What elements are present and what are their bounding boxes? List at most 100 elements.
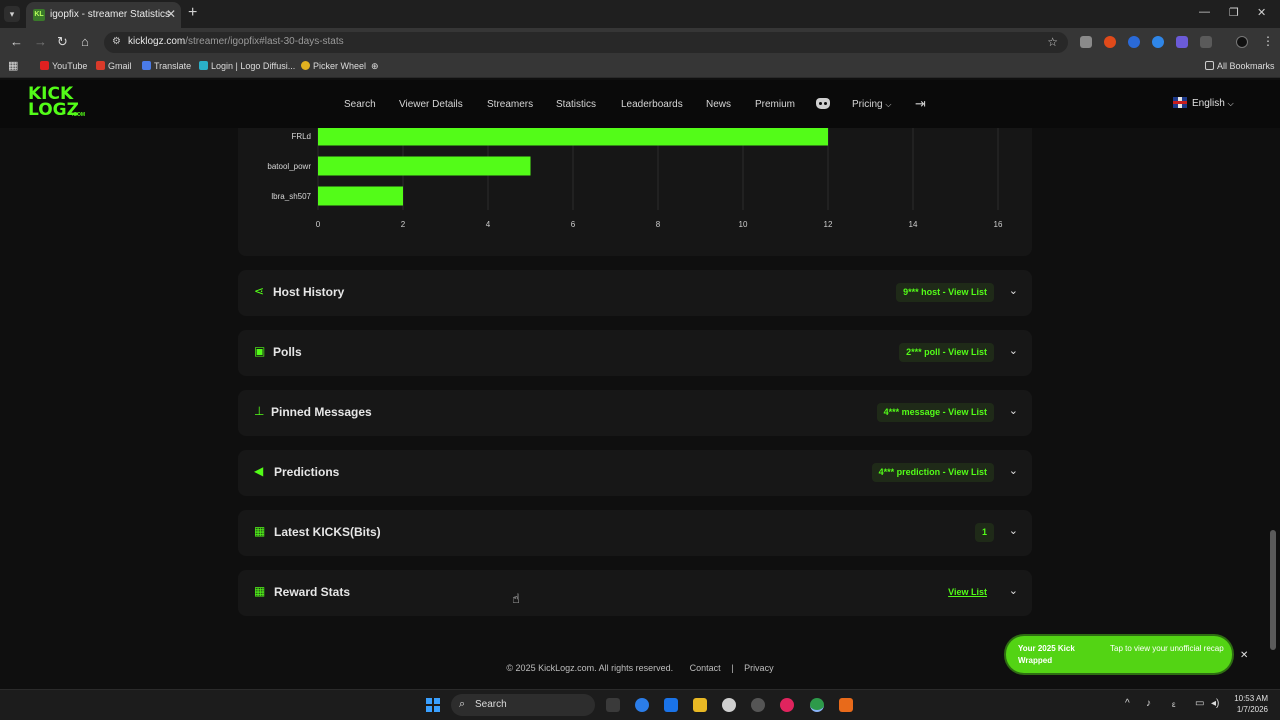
windows-start-icon[interactable] (426, 698, 440, 712)
url-text: kicklogz.com/streamer/igopfix#last-30-da… (128, 36, 344, 47)
restore-icon[interactable]: ❐ (1229, 6, 1239, 19)
bookmark-gmail[interactable]: Gmail (96, 61, 132, 71)
privacy-link[interactable]: Privacy (744, 663, 774, 673)
mouse-cursor-icon: ☝ (512, 591, 520, 606)
view-list-badge[interactable]: 4*** prediction - View List (871, 463, 994, 482)
x-tick-label: 16 (994, 220, 1003, 229)
count-badge[interactable]: 1 (974, 523, 994, 542)
x-tick-label: 4 (486, 220, 491, 229)
toast-close-icon[interactable]: ✕ (1240, 650, 1248, 661)
browser-menu-icon[interactable]: ⋮ (1262, 34, 1274, 48)
view-list-badge[interactable]: 2*** poll - View List (899, 343, 994, 362)
bookmark-translate[interactable]: Translate (142, 61, 191, 71)
chevron-down-icon[interactable]: ⌄ (1009, 344, 1018, 357)
kicklogz-logo[interactable]: KICK LOGZ .COM (28, 86, 90, 120)
predictions-section[interactable]: ◀ Predictions 4*** prediction - View Lis… (238, 450, 1032, 496)
apps-grid-icon[interactable]: ▦ (8, 59, 18, 72)
chevron-down-icon: ⌵ (1227, 99, 1234, 108)
kick-wrapped-toast[interactable]: Your 2025 Kick Wrapped Tap to view your … (1006, 636, 1232, 673)
chevron-down-icon[interactable]: ⌄ (1009, 584, 1018, 597)
home-icon[interactable]: ⌂ (81, 34, 89, 49)
section-title: Predictions (274, 465, 340, 479)
extension-icon[interactable] (1080, 36, 1092, 48)
toast-title: Your 2025 Kick Wrapped (1018, 644, 1075, 665)
input-indicator-icon[interactable]: ε (1172, 700, 1176, 709)
view-list-link[interactable]: View List (941, 583, 994, 602)
chevron-down-icon[interactable]: ⌄ (1009, 284, 1018, 297)
tray-overflow-icon[interactable]: ^ (1125, 698, 1130, 709)
chevron-down-icon[interactable]: ⌄ (1009, 464, 1018, 477)
chrome-icon[interactable] (810, 698, 824, 712)
site-info-icon[interactable]: ⚙ (112, 36, 121, 47)
reload-icon[interactable]: ↻ (57, 34, 68, 50)
taskbar-clock[interactable]: 10:53 AM 1/7/2026 (1226, 693, 1268, 715)
view-list-badge[interactable]: 9*** host - View List (896, 283, 994, 302)
x-tick-label: 12 (824, 220, 833, 229)
address-bar[interactable]: ⚙ kicklogz.com/streamer/igopfix#last-30-… (104, 32, 1068, 53)
tab-search-icon[interactable]: ▾ (4, 6, 20, 22)
login-icon[interactable]: ⇥ (915, 96, 926, 112)
extensions-puzzle-icon[interactable] (1200, 36, 1212, 48)
all-bookmarks[interactable]: All Bookmarks (1205, 61, 1275, 71)
chart-bar[interactable] (318, 186, 403, 206)
polls-section[interactable]: ▣ Polls 2*** poll - View List ⌄ (238, 330, 1032, 376)
bookmark-label: Picker Wheel (313, 61, 367, 71)
section-title: Latest KICKS(Bits) (274, 525, 381, 539)
profile-avatar[interactable] (1236, 36, 1248, 48)
page-scrollbar[interactable] (1270, 530, 1276, 650)
nav-pricing[interactable]: Pricing ⌵ (852, 99, 891, 110)
chevron-down-icon[interactable]: ⌄ (1009, 404, 1018, 417)
media-player-icon[interactable] (780, 698, 794, 712)
nav-leaderboards[interactable]: Leaderboards (621, 99, 683, 110)
app-icon[interactable] (839, 698, 853, 712)
reward-stats-section[interactable]: ▦ Reward Stats View List ⌄ (238, 570, 1032, 616)
copilot-icon[interactable] (635, 698, 649, 712)
microphone-icon[interactable]: ♪ (1146, 698, 1151, 709)
discord-icon[interactable] (816, 98, 830, 109)
back-icon[interactable]: ← (10, 34, 23, 49)
store-icon[interactable] (664, 698, 678, 712)
bookmark-star-icon[interactable]: ☆ (1047, 35, 1058, 49)
bookmark-youtube[interactable]: YouTube (40, 61, 87, 71)
language-selector[interactable]: English ⌵ (1173, 97, 1234, 109)
extension-icon[interactable] (1128, 36, 1140, 48)
task-view-icon[interactable] (606, 698, 620, 712)
globe-bookmark-icon[interactable]: ⊕ (371, 61, 379, 72)
nav-news[interactable]: News (706, 99, 731, 110)
forward-icon[interactable]: → (34, 34, 47, 49)
share-icon: ⋖ (254, 284, 265, 298)
tab-close-icon[interactable]: ✕ (166, 7, 176, 21)
nav-premium[interactable]: Premium (755, 99, 795, 110)
window-close-icon[interactable]: ✕ (1257, 6, 1266, 19)
x-tick-label: 10 (739, 220, 748, 229)
contact-link[interactable]: Contact (690, 663, 721, 673)
search-icon: ⌕ (459, 698, 466, 710)
bookmark-picker-wheel[interactable]: Picker Wheel (301, 61, 366, 71)
chart-bar[interactable] (318, 128, 828, 146)
settings-icon[interactable] (722, 698, 736, 712)
extension-icon[interactable] (1152, 36, 1164, 48)
nav-viewer-details[interactable]: Viewer Details (399, 99, 463, 110)
extension-icon[interactable] (1176, 36, 1188, 48)
tab-title: igopfix - streamer Statistics (50, 9, 171, 20)
nav-streamers[interactable]: Streamers (487, 99, 533, 110)
minimize-icon[interactable]: — (1199, 6, 1210, 18)
taskbar-search[interactable]: ⌕ Search (451, 694, 595, 716)
new-tab-icon[interactable]: + (188, 4, 197, 22)
bookmark-login-logo[interactable]: Login | Logo Diffusi... (199, 61, 295, 71)
chart-bar[interactable] (318, 156, 531, 176)
nav-statistics[interactable]: Statistics (556, 99, 596, 110)
view-list-badge[interactable]: 4*** message - View List (876, 403, 994, 422)
pricing-label: Pricing (852, 99, 883, 110)
chevron-down-icon[interactable]: ⌄ (1009, 524, 1018, 537)
network-icon[interactable]: ▭ (1195, 698, 1204, 709)
nav-search[interactable]: Search (344, 99, 376, 110)
host-history-section[interactable]: ⋖ Host History 9*** host - View List ⌄ (238, 270, 1032, 316)
pinned-messages-section[interactable]: ⊥ Pinned Messages 4*** message - View Li… (238, 390, 1032, 436)
app-icon[interactable] (751, 698, 765, 712)
browser-tab-active[interactable]: KL igopfix - streamer Statistics ✕ (26, 2, 181, 28)
extension-icon[interactable] (1104, 36, 1116, 48)
latest-kicks-section[interactable]: ▦ Latest KICKS(Bits) 1 ⌄ (238, 510, 1032, 556)
volume-icon[interactable]: ◂) (1211, 698, 1219, 709)
file-explorer-icon[interactable] (693, 698, 707, 712)
